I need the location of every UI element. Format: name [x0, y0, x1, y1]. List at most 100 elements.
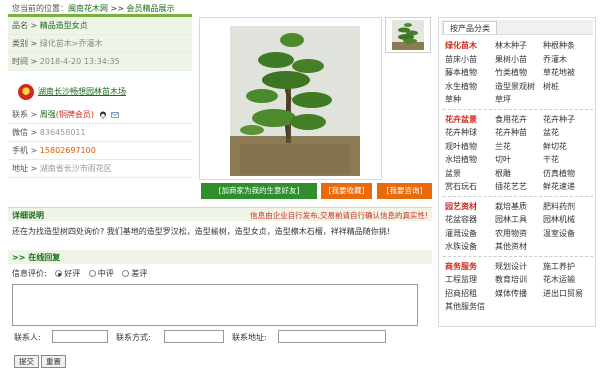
category-link[interactable]: 苗床小苗	[445, 54, 477, 65]
category-link[interactable]: 鲜切花	[543, 141, 567, 152]
contact-phone-value: 15802697100	[39, 146, 96, 155]
submit-button[interactable]: 提交	[14, 355, 39, 368]
category-separator	[443, 255, 593, 257]
category-separator	[443, 108, 593, 110]
category-link[interactable]: 花盆容器	[445, 214, 477, 225]
category-link[interactable]: 工程监理	[445, 274, 477, 285]
product-main-image[interactable]	[199, 17, 382, 180]
contact-address-label: 联系地址:	[232, 333, 267, 342]
category-link[interactable]: 仿真植物	[543, 168, 575, 179]
category-link[interactable]: 草坪	[495, 94, 511, 105]
category-link[interactable]: 切叶	[495, 154, 511, 165]
contact-phone-row: 手机 > 15802697100	[8, 142, 192, 160]
company-name-link[interactable]: 湖南长沙畅想园林苗木场	[38, 86, 126, 97]
category-link[interactable]: 园林机械	[543, 214, 575, 225]
category-link[interactable]: 教育培训	[495, 274, 527, 285]
favorite-button[interactable]: [我要收藏]	[321, 183, 372, 199]
contact-address-input[interactable]	[278, 330, 386, 343]
contact-address-key: 地址 >	[12, 164, 38, 173]
breadcrumb-current-link[interactable]: 会员精品展示	[127, 4, 175, 13]
category-link[interactable]: 园林工具	[495, 214, 527, 225]
rating-bad-radio[interactable]	[122, 270, 130, 277]
category-link[interactable]: 媒体传播	[495, 288, 527, 299]
product-info: 品名 > 精品造型女贞 类别 > 绿化苗木>乔灌木 时间 > 2018-4-20…	[8, 17, 192, 71]
category-link[interactable]: 花卉种子	[543, 114, 575, 125]
product-name-row: 品名 > 精品造型女贞	[8, 17, 192, 35]
category-link[interactable]: 花卉种球	[445, 127, 477, 138]
product-time-key: 时间 >	[12, 57, 38, 66]
category-link[interactable]: 水培植物	[445, 154, 477, 165]
contact-method-input[interactable]	[164, 330, 224, 343]
reply-textarea[interactable]	[12, 284, 418, 326]
product-thumbnail[interactable]	[385, 17, 431, 53]
category-link[interactable]: 林木种子	[495, 40, 527, 51]
category-link[interactable]: 插花艺艺	[495, 181, 527, 192]
add-business-friend-button[interactable]: [加商家为我的生意好友]	[201, 183, 317, 199]
category-link[interactable]: 赏石玩石	[445, 181, 477, 192]
reply-section-header: >> 在线回复	[8, 250, 432, 264]
category-link[interactable]: 兰花	[495, 141, 511, 152]
category-link[interactable]: 盆景	[445, 168, 461, 179]
category-link[interactable]: 竹类植物	[495, 67, 527, 78]
category-link[interactable]: 规划设计	[495, 261, 527, 272]
message-icon[interactable]	[111, 111, 120, 119]
category-heading-link[interactable]: 花卉盆景	[445, 114, 477, 125]
category-link[interactable]: 干花	[543, 154, 559, 165]
category-link[interactable]: 造型景观树	[495, 81, 535, 92]
rating-neutral-label: 中评	[97, 269, 114, 278]
category-link[interactable]: 其他服务信	[445, 301, 485, 312]
category-link[interactable]: 草花地被	[543, 67, 575, 78]
category-link[interactable]: 花卉种苗	[495, 127, 527, 138]
category-link[interactable]: 盆花	[543, 127, 559, 138]
category-link[interactable]: 根雕	[495, 168, 511, 179]
category-link[interactable]: 草种	[445, 94, 461, 105]
category-tab[interactable]: 按产品分类	[443, 21, 497, 34]
category-separator	[443, 195, 593, 197]
category-link[interactable]: 灌溉设备	[445, 228, 477, 239]
category-link[interactable]: 温室设备	[543, 228, 575, 239]
contact-person-link[interactable]: 周强	[40, 110, 56, 119]
contact-wechat-row: 微信 > 836458011	[8, 124, 192, 142]
category-link[interactable]: 栽培基质	[495, 201, 527, 212]
category-link[interactable]: 食用花卉	[495, 114, 527, 125]
category-heading-link[interactable]: 商务服务	[445, 261, 477, 272]
breadcrumb-site-link[interactable]: 闽南花木网	[68, 4, 108, 13]
category-link[interactable]: 果树小苗	[495, 54, 527, 65]
category-link[interactable]: 花木运输	[543, 274, 575, 285]
product-time-row: 时间 > 2018-4-20 13:34:35	[8, 53, 192, 71]
contact-wechat-key: 微信 >	[12, 128, 38, 137]
category-link[interactable]: 其他资材	[495, 241, 527, 252]
reply-fields: 联系人: 联系方式: 联系地址:	[12, 330, 432, 344]
product-category-value: 绿化苗木>乔灌木	[39, 39, 103, 48]
category-link[interactable]: 种根种条	[543, 40, 575, 51]
category-link[interactable]: 施工养护	[543, 261, 575, 272]
category-link[interactable]: 乔灌木	[543, 54, 567, 65]
category-link[interactable]: 进出口贸易	[543, 288, 583, 299]
contact-method-label: 联系方式:	[116, 333, 151, 342]
product-time-value: 2018-4-20 13:34:35	[39, 57, 120, 66]
reset-button[interactable]: 重置	[41, 355, 66, 368]
category-link[interactable]: 农用物资	[495, 228, 527, 239]
category-heading-link[interactable]: 园艺资材	[445, 201, 477, 212]
rating-neutral-radio[interactable]	[88, 270, 96, 277]
contact-person-row: 联系 > 周强(铜牌会员)	[8, 106, 192, 124]
detail-title: 详细说明	[12, 211, 44, 220]
category-link[interactable]: 观叶植物	[445, 141, 477, 152]
rating-good-radio[interactable]	[55, 270, 63, 277]
contact-address-value: 湖南省长沙市雨花区	[39, 164, 112, 173]
category-link[interactable]: 鲜花速递	[543, 181, 575, 192]
category-heading-link[interactable]: 绿化苗木	[445, 40, 477, 51]
category-link[interactable]: 肥料药剂	[543, 201, 575, 212]
qq-icon[interactable]	[99, 111, 107, 119]
category-link[interactable]: 招商招租	[445, 288, 477, 299]
breadcrumb: 您当前的位置：闽南花木网 >> 会员精品展示	[12, 3, 175, 14]
category-link[interactable]: 水族设备	[445, 241, 477, 252]
category-link[interactable]: 藤本植物	[445, 67, 477, 78]
inquiry-button[interactable]: [我要咨询]	[377, 183, 432, 199]
breadcrumb-separator: >>	[108, 4, 127, 13]
category-link[interactable]: 水生植物	[445, 81, 477, 92]
category-link[interactable]: 树桩	[543, 81, 559, 92]
contact-name-input[interactable]	[52, 330, 108, 343]
contact-name-label: 联系人:	[14, 333, 41, 342]
product-category-key: 类别 >	[12, 39, 38, 48]
